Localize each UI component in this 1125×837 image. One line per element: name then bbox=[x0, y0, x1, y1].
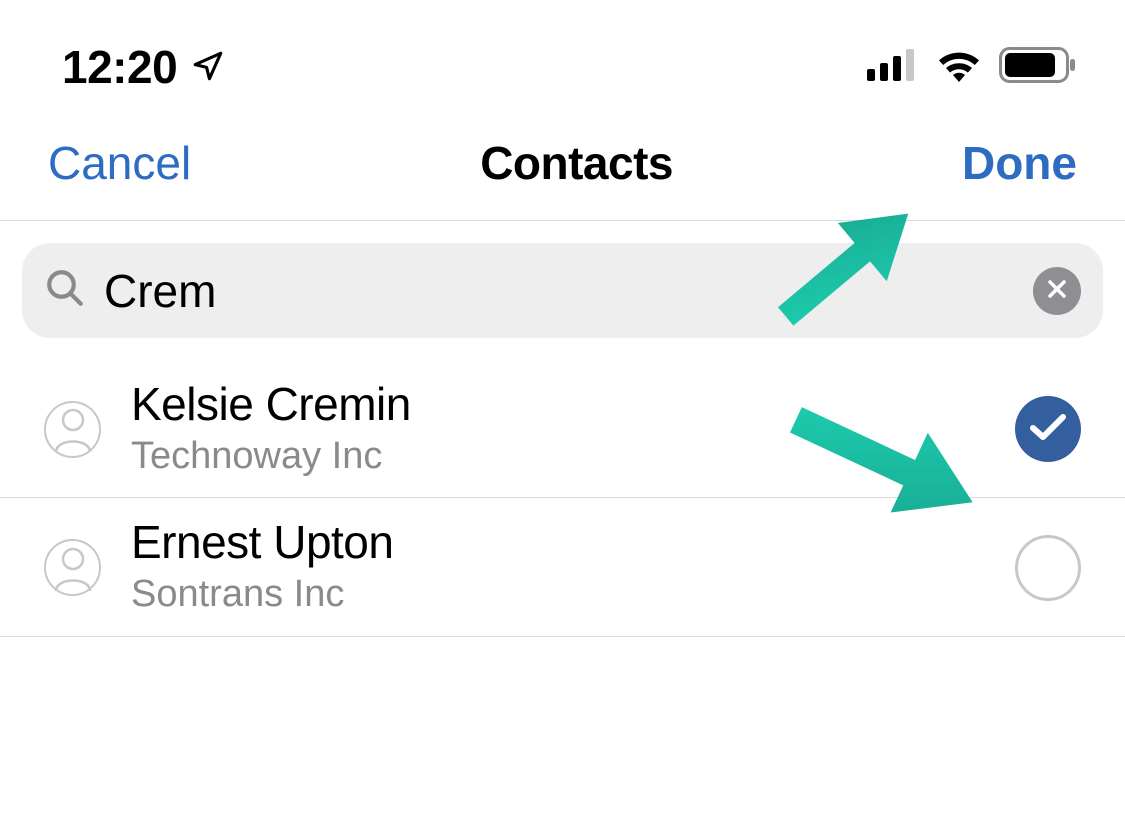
close-icon bbox=[1045, 277, 1069, 304]
contact-info: Kelsie Cremin Technoway Inc bbox=[131, 378, 1015, 480]
nav-bar: Cancel Contacts Done bbox=[0, 110, 1125, 220]
wifi-icon bbox=[935, 48, 983, 87]
cellular-signal-icon bbox=[867, 49, 919, 86]
status-bar: 12:20 bbox=[0, 0, 1125, 110]
selection-checkbox[interactable] bbox=[1015, 535, 1081, 601]
contact-company: Sontrans Inc bbox=[131, 571, 1015, 619]
search-container bbox=[0, 221, 1125, 360]
status-right bbox=[867, 47, 1077, 88]
search-field[interactable] bbox=[22, 243, 1103, 338]
cancel-button[interactable]: Cancel bbox=[48, 136, 191, 190]
contact-company: Technoway Inc bbox=[131, 433, 1015, 481]
contact-row[interactable]: Ernest Upton Sontrans Inc bbox=[0, 498, 1125, 636]
selection-checkbox[interactable] bbox=[1015, 396, 1081, 462]
battery-icon bbox=[999, 47, 1077, 88]
status-left: 12:20 bbox=[62, 40, 225, 94]
status-time: 12:20 bbox=[62, 40, 177, 94]
done-button[interactable]: Done bbox=[962, 136, 1077, 190]
avatar-icon bbox=[44, 401, 101, 458]
contact-list: Kelsie Cremin Technoway Inc Ernest Upton… bbox=[0, 360, 1125, 637]
search-icon bbox=[44, 267, 86, 314]
page-title: Contacts bbox=[480, 136, 673, 190]
search-input[interactable] bbox=[86, 264, 1033, 318]
checkmark-icon bbox=[1029, 412, 1067, 447]
contact-row[interactable]: Kelsie Cremin Technoway Inc bbox=[0, 360, 1125, 498]
clear-search-button[interactable] bbox=[1033, 267, 1081, 315]
contact-name: Kelsie Cremin bbox=[131, 378, 1015, 431]
contact-info: Ernest Upton Sontrans Inc bbox=[131, 516, 1015, 618]
location-icon bbox=[191, 40, 225, 94]
contact-name: Ernest Upton bbox=[131, 516, 1015, 569]
avatar-icon bbox=[44, 539, 101, 596]
